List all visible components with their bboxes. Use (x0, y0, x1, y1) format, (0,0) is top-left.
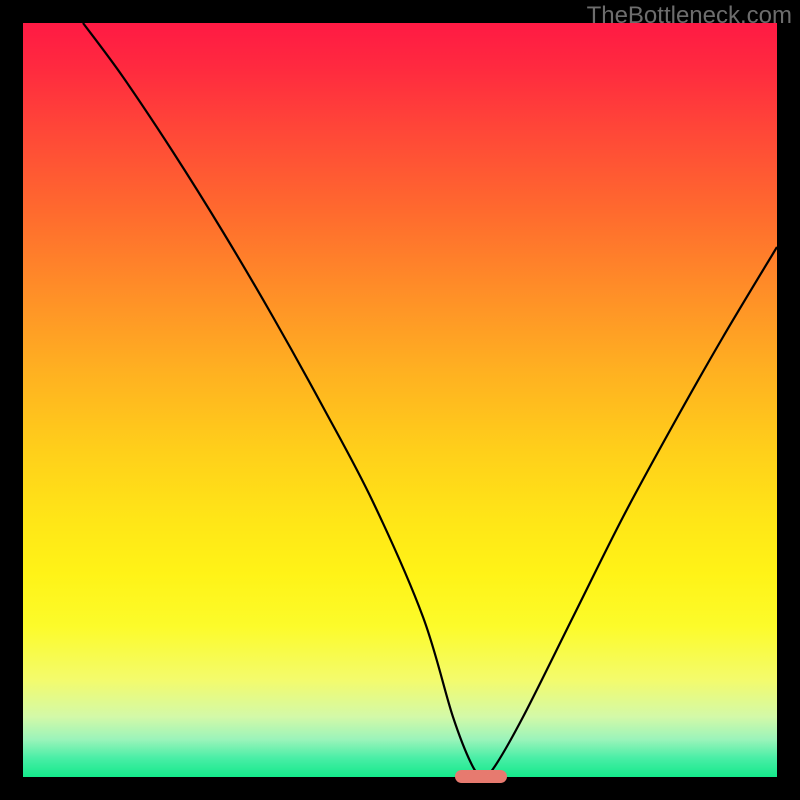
bottleneck-curve (23, 23, 777, 777)
chart-frame (23, 23, 777, 777)
optimal-marker (455, 770, 507, 783)
watermark-text: TheBottleneck.com (587, 2, 792, 30)
